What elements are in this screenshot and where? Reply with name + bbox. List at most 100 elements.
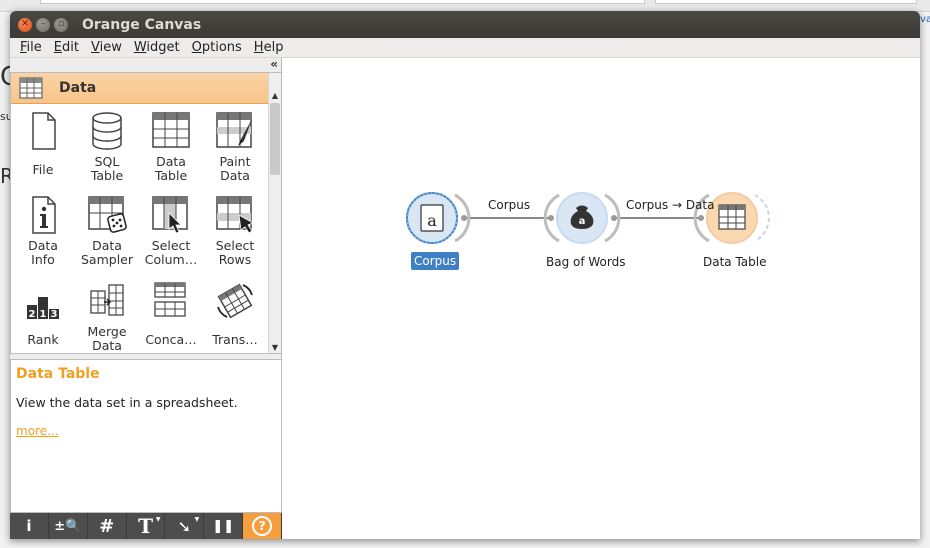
link-label-corpus-data: Corpus → Data	[626, 198, 715, 212]
help-button[interactable]: ?	[243, 513, 283, 539]
concatenate-icon	[154, 282, 186, 317]
window-title: Orange Canvas	[82, 16, 202, 33]
info-icon	[32, 196, 56, 234]
table-icon	[152, 112, 190, 148]
node-label-data-table[interactable]: Data Table	[703, 255, 767, 269]
widget-concatenate[interactable]: Conca…	[139, 281, 203, 347]
widget-label: Merge	[87, 324, 127, 339]
menu-help[interactable]: Help	[248, 40, 290, 55]
widget-label: Data	[92, 238, 122, 253]
widget-label: Paint	[219, 154, 251, 169]
maximize-window-button[interactable]: ▫	[54, 17, 68, 32]
category-label: Data	[59, 80, 97, 96]
widget-select-rows[interactable]: Select Rows	[203, 195, 267, 267]
select-rows-icon	[216, 196, 254, 234]
zoom-button[interactable]: ±🔍	[49, 513, 88, 539]
widget-label: Rank	[27, 332, 59, 347]
grid-button[interactable]: #	[88, 513, 127, 539]
widget-label: Data	[220, 168, 250, 183]
menu-widget[interactable]: Widget	[128, 40, 186, 55]
menu-edit[interactable]: Edit	[48, 40, 85, 55]
widget-transpose[interactable]: Trans…	[203, 281, 267, 347]
transpose-icon	[217, 283, 253, 319]
help-more-link[interactable]: more...	[16, 424, 59, 438]
scroll-down-arrow-icon[interactable]: ▼	[269, 341, 281, 353]
widget-merge-data[interactable]: Merge Data	[75, 281, 139, 353]
corpus-glyph: a	[427, 211, 437, 230]
widget-label: Colum…	[144, 252, 198, 267]
table-icon	[718, 204, 746, 230]
widget-label: Info	[31, 252, 55, 267]
widget-file[interactable]: File	[11, 111, 75, 177]
svg-text:1: 1	[40, 309, 47, 320]
widget-label: Data	[156, 154, 186, 169]
category-header-data[interactable]: Data	[11, 73, 281, 104]
collapse-dock-button[interactable]: «	[270, 57, 278, 71]
widget-label: File	[32, 162, 54, 177]
widget-data-table[interactable]: Data Table	[139, 111, 203, 183]
node-corpus[interactable]: a	[406, 192, 471, 244]
widget-select-columns[interactable]: Select Colum…	[139, 195, 203, 267]
svg-text:3: 3	[51, 309, 58, 320]
bag-glyph: a	[579, 216, 586, 227]
data-category-icon	[19, 77, 43, 99]
dropdown-triangle-icon: ▼	[194, 516, 200, 523]
widget-dock: « Data File SQL Table Data Table Paint D…	[10, 57, 283, 539]
dropdown-triangle-icon: ▼	[155, 516, 161, 523]
help-icon: ?	[252, 516, 273, 536]
minimize-window-button[interactable]: –	[36, 17, 50, 32]
node-bag-of-words[interactable]: a	[543, 192, 621, 244]
workflow-graph: a a	[406, 192, 770, 244]
widget-label: Select	[215, 238, 255, 253]
widget-rank[interactable]: 2 1 3 Rank	[11, 281, 75, 347]
arrow-annotation-icon: ➘	[177, 516, 192, 536]
widget-label: Data	[92, 338, 122, 353]
menu-view[interactable]: View	[85, 40, 128, 55]
widget-label: SQL	[94, 154, 120, 169]
dock-bottom-toolbar: i ±🔍 # T ▼ ➘ ▼ ❚❚ ?	[10, 513, 283, 539]
text-annotation-button[interactable]: T ▼	[127, 513, 166, 539]
rank-icon: 2 1 3	[27, 297, 59, 320]
widget-label: Table	[154, 168, 188, 183]
node-label-corpus[interactable]: Corpus	[411, 252, 460, 270]
file-icon	[32, 112, 56, 150]
background-input-box-2	[655, 0, 917, 4]
menu-options[interactable]: Options	[186, 40, 248, 55]
widget-sql-table[interactable]: SQL Table	[75, 111, 139, 183]
pause-icon: ❚❚	[212, 518, 235, 534]
info-button[interactable]: i	[10, 513, 49, 539]
close-window-button[interactable]: ✕	[18, 17, 32, 32]
widget-data-info[interactable]: Data Info	[11, 195, 75, 267]
background-text-va: va	[920, 14, 930, 25]
scroll-up-arrow-icon[interactable]: ▲	[269, 89, 281, 101]
dock-header: «	[10, 57, 281, 72]
text-annotation-icon: T	[138, 514, 153, 538]
arrow-annotation-button[interactable]: ➘ ▼	[165, 513, 205, 539]
workflow-canvas[interactable]: a a Corpus Corpus → Data Corpus Bag of W…	[283, 58, 920, 539]
widget-label: Rows	[218, 252, 252, 267]
scrollbar-thumb[interactable]	[270, 103, 280, 175]
menu-file[interactable]: File	[14, 40, 48, 55]
widget-paint-data[interactable]: Paint Data	[203, 111, 267, 183]
zoom-icon: ±🔍	[54, 518, 82, 534]
widget-label: Sampler	[80, 252, 133, 267]
widget-toolbox: Data File SQL Table Data Table Paint Dat…	[10, 72, 282, 354]
grid-icon: #	[99, 515, 115, 537]
widget-label: Data	[28, 238, 58, 253]
widget-label: Table	[90, 168, 124, 183]
help-panel: Data Table View the data set in a spread…	[10, 359, 282, 513]
toolbox-scrollbar[interactable]: ▲ ▼	[268, 73, 281, 353]
pause-button[interactable]: ❚❚	[204, 513, 244, 539]
help-description: View the data set in a spreadsheet.	[16, 395, 238, 410]
select-columns-icon	[152, 196, 188, 234]
background-input-box	[40, 0, 645, 4]
widget-label: Trans…	[212, 332, 258, 347]
widget-label: Select	[151, 238, 191, 253]
node-label-bag-of-words[interactable]: Bag of Words	[546, 255, 626, 269]
widget-label: Conca…	[145, 332, 197, 347]
info-icon: i	[26, 517, 32, 535]
paint-icon	[216, 112, 252, 148]
help-title: Data Table	[16, 366, 100, 382]
widget-data-sampler[interactable]: Data Sampler	[75, 195, 139, 267]
database-icon	[92, 112, 122, 150]
